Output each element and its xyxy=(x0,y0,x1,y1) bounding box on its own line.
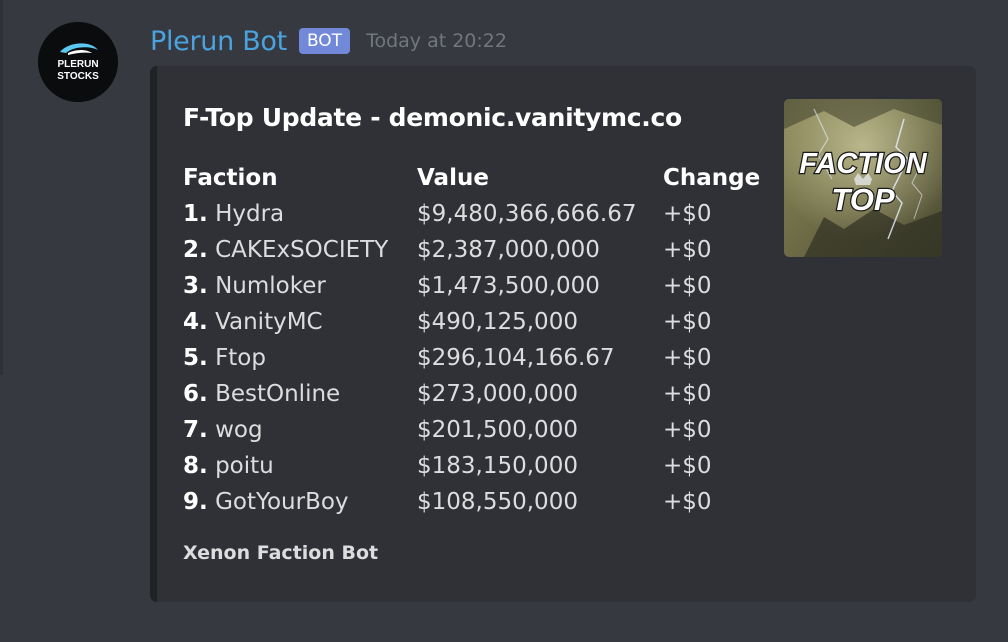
change-cell: +$0 xyxy=(663,417,712,443)
avatar[interactable]: PLERUN STOCKS xyxy=(38,22,118,102)
faction-name: poitu xyxy=(215,453,274,479)
faction-name: wog xyxy=(215,417,263,443)
embed-accent-bar xyxy=(150,66,157,602)
change-cell: +$0 xyxy=(663,489,712,515)
value-cell: $490,125,000 xyxy=(417,309,578,335)
rank: 8. xyxy=(183,453,208,479)
rank: 9. xyxy=(183,489,208,515)
change-column: Change +$0 +$0 +$0 +$0 +$0 +$0 +$0 +$0 +… xyxy=(663,160,760,520)
change-cell: +$0 xyxy=(663,381,712,407)
faction-column: Faction 1. Hydra 2. CAKExSOCIETY 3. Numl… xyxy=(183,160,388,520)
faction-name: Hydra xyxy=(215,201,285,227)
rank: 2. xyxy=(183,237,208,263)
plerun-stocks-logo-icon: PLERUN STOCKS xyxy=(38,22,118,102)
faction-name: CAKExSOCIETY xyxy=(215,237,389,263)
bot-badge: BOT xyxy=(298,28,351,54)
thumbnail-text-top: FACTION xyxy=(799,148,927,180)
value-cell: $296,104,166.67 xyxy=(417,345,615,371)
faction-cell: 4. VanityMC xyxy=(183,304,388,340)
avatar-text-bottom: STOCKS xyxy=(57,71,99,82)
faction-cell: 5. Ftop xyxy=(183,340,388,376)
rank: 3. xyxy=(183,273,208,299)
change-cell: +$0 xyxy=(663,309,712,335)
faction-cell: 2. CAKExSOCIETY xyxy=(183,232,388,268)
value-column: Value $9,480,366,666.67 $2,387,000,000 $… xyxy=(417,160,636,520)
value-cell: $1,473,500,000 xyxy=(417,273,600,299)
embed: F-Top Update - demonic.vanitymc.co FACTI… xyxy=(150,66,976,602)
timestamp[interactable]: Today at 20:22 xyxy=(366,30,507,52)
change-cell: +$0 xyxy=(663,273,712,299)
message-header: Plerun Bot BOT Today at 20:22 xyxy=(150,22,507,60)
value-cell: $2,387,000,000 xyxy=(417,237,600,263)
faction-cell: 9. GotYourBoy xyxy=(183,484,388,520)
faction-cell: 1. Hydra xyxy=(183,196,388,232)
faction-name: Numloker xyxy=(215,273,326,299)
change-column-header: Change xyxy=(663,165,761,191)
embed-footer: Xenon Faction Bot xyxy=(183,542,379,564)
faction-cell: 8. poitu xyxy=(183,448,388,484)
avatar-text-top: PLERUN xyxy=(57,59,98,70)
faction-name: Ftop xyxy=(215,345,266,371)
embed-title: F-Top Update - demonic.vanitymc.co xyxy=(183,103,682,132)
change-cell: +$0 xyxy=(663,453,712,479)
faction-column-header: Faction xyxy=(183,165,278,191)
change-cell: +$0 xyxy=(663,237,712,263)
chat-view: PLERUN STOCKS Plerun Bot BOT Today at 20… xyxy=(0,0,1008,642)
faction-name: GotYourBoy xyxy=(215,489,349,515)
thumbnail-text-bottom: TOP xyxy=(831,182,894,217)
value-cell: $273,000,000 xyxy=(417,381,578,407)
value-column-header: Value xyxy=(417,165,489,191)
rank: 1. xyxy=(183,201,208,227)
faction-name: BestOnline xyxy=(215,381,341,407)
value-cell: $183,150,000 xyxy=(417,453,578,479)
left-edge-divider xyxy=(0,0,3,375)
rank: 6. xyxy=(183,381,208,407)
faction-name: VanityMC xyxy=(215,309,323,335)
faction-cell: 3. Numloker xyxy=(183,268,388,304)
faction-top-thumbnail-icon: FACTION TOP xyxy=(784,99,942,257)
value-cell: $201,500,000 xyxy=(417,417,578,443)
faction-cell: 7. wog xyxy=(183,412,388,448)
value-cell: $108,550,000 xyxy=(417,489,578,515)
embed-thumbnail[interactable]: FACTION TOP xyxy=(784,99,942,257)
rank: 5. xyxy=(183,345,208,371)
change-cell: +$0 xyxy=(663,201,712,227)
change-cell: +$0 xyxy=(663,345,712,371)
value-cell: $9,480,366,666.67 xyxy=(417,201,637,227)
rank: 7. xyxy=(183,417,208,443)
faction-cell: 6. BestOnline xyxy=(183,376,388,412)
rank: 4. xyxy=(183,309,208,335)
username[interactable]: Plerun Bot xyxy=(150,26,287,57)
